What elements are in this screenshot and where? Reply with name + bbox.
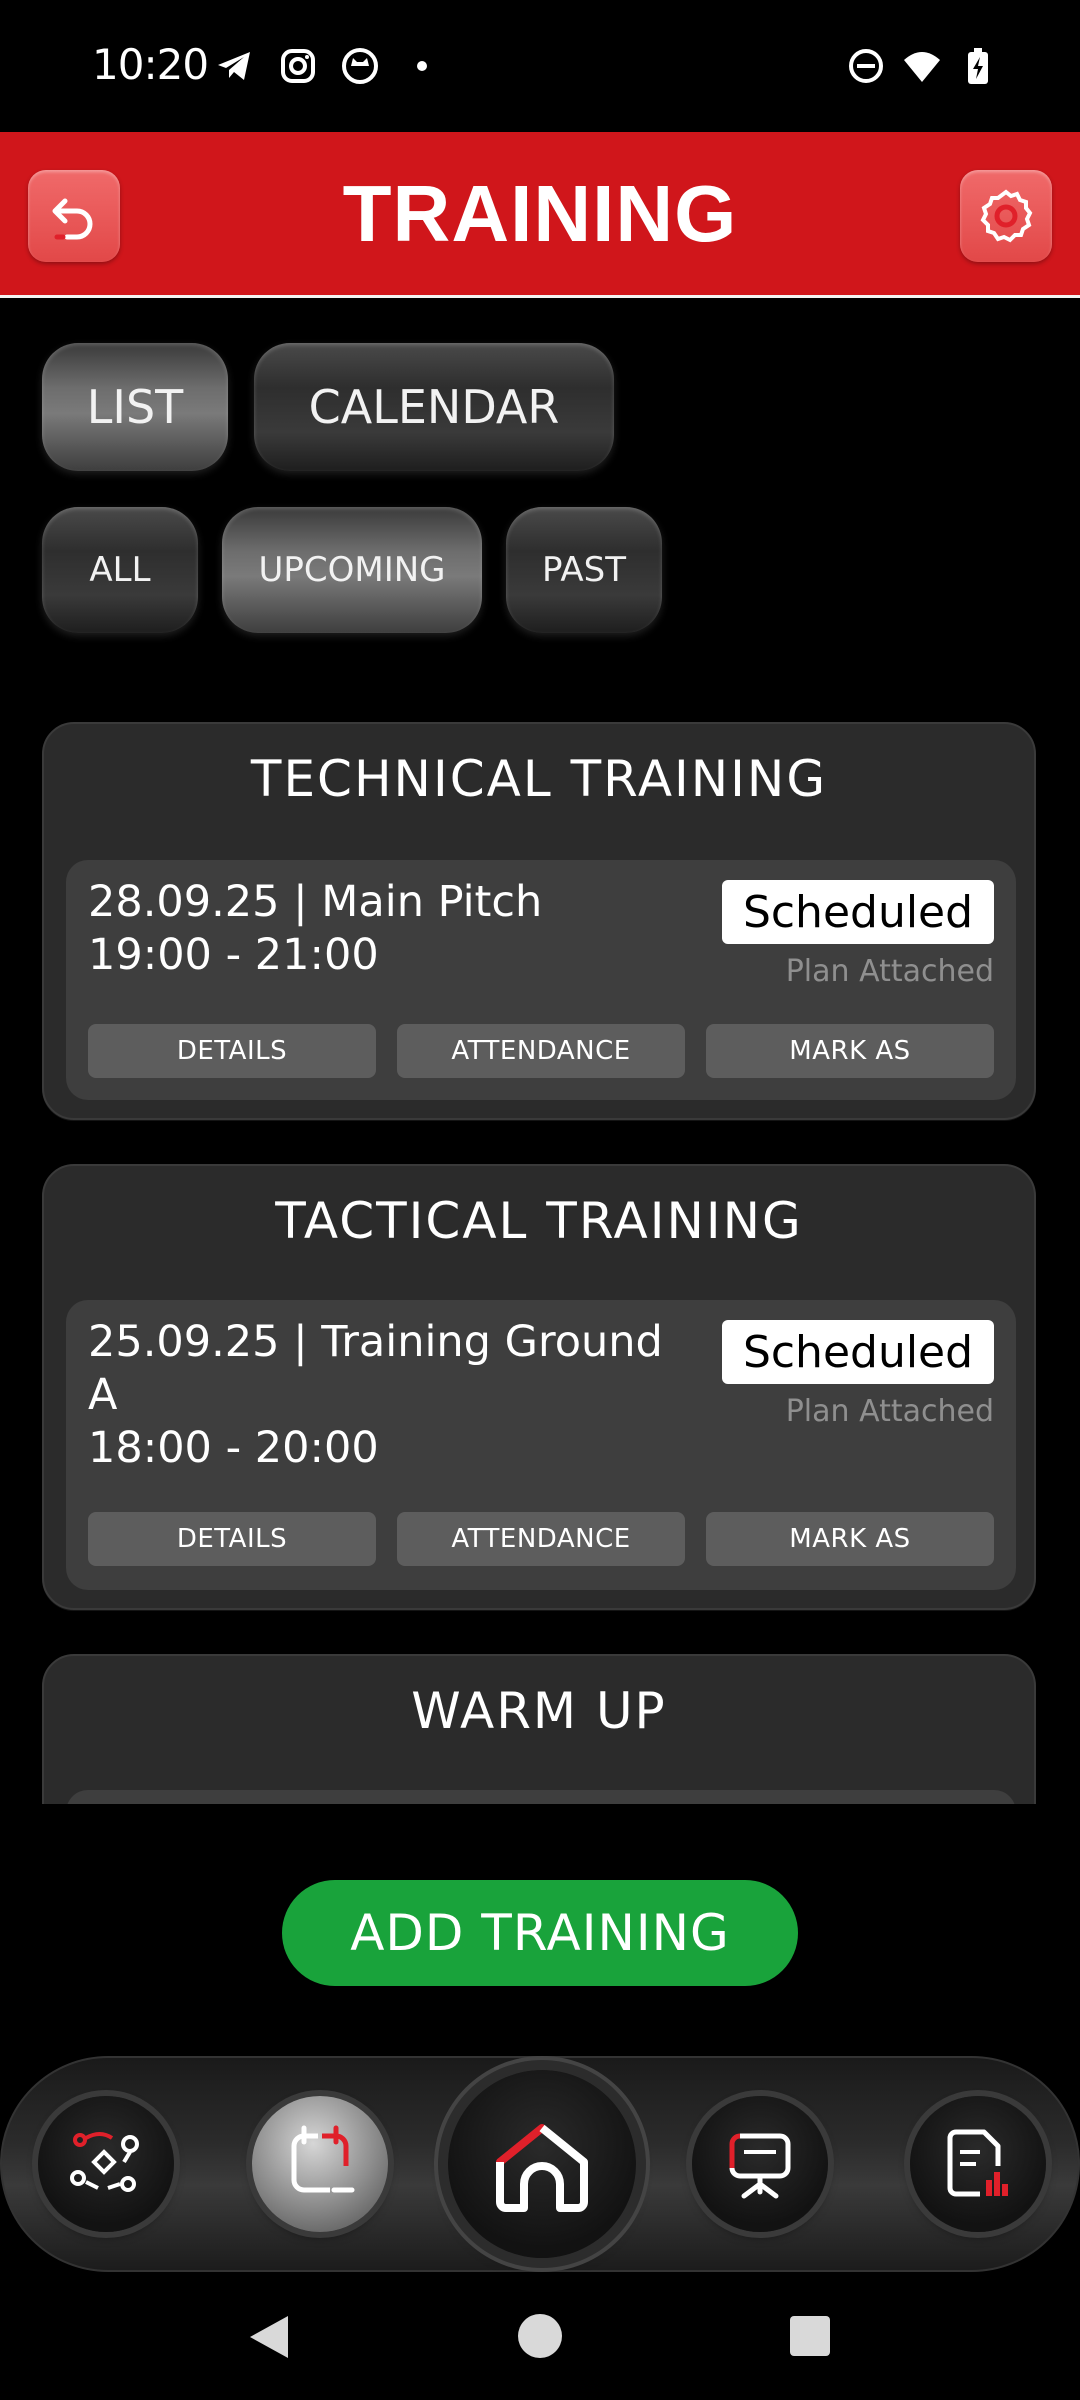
page-title: TRAINING	[342, 169, 738, 258]
details-button[interactable]: DETAILS	[88, 1512, 376, 1566]
bottom-nav	[0, 2056, 1080, 2272]
nav-tactics-button[interactable]	[38, 2096, 174, 2232]
attendance-button[interactable]: ATTENDANCE	[397, 1024, 685, 1078]
training-details-panel: 28.09.25 | Main Pitch 19:00 - 21:00 Sche…	[66, 860, 1016, 1100]
wifi-icon	[904, 52, 940, 82]
training-details-panel: 25.09.25 | Training Ground A 18:00 - 20:…	[66, 1300, 1016, 1590]
mark-as-button[interactable]: MARK AS	[706, 1024, 994, 1078]
plan-attached-label: Plan Attached	[785, 1394, 994, 1429]
attendance-button[interactable]: ATTENDANCE	[397, 1512, 685, 1566]
system-recents-icon[interactable]	[788, 2314, 832, 2358]
tactics-icon	[70, 2132, 139, 2192]
training-title: TACTICAL TRAINING	[275, 1192, 803, 1250]
battery-charging-icon	[968, 48, 988, 84]
training-title: WARM UP	[411, 1682, 667, 1740]
training-time: 18:00 - 20:00	[88, 1423, 379, 1473]
gear-icon	[980, 189, 1033, 243]
schedule-icon	[291, 2125, 355, 2193]
training-date-location-cont: A	[88, 1370, 118, 1420]
system-navigation-bar	[0, 2290, 1080, 2400]
do-not-disturb-icon	[849, 49, 883, 83]
training-card[interactable]: TACTICAL TRAINING 25.09.25 | Training Gr…	[42, 1164, 1036, 1610]
mark-as-button[interactable]: MARK AS	[706, 1512, 994, 1566]
training-time: 19:00 - 21:00	[88, 930, 379, 980]
training-info: 28.09.25 | Main Pitch 19:00 - 21:00	[88, 876, 688, 982]
filter-all-button[interactable]: ALL	[42, 507, 198, 633]
training-info: 25.09.25 | Training Ground A 18:00 - 20:…	[88, 1316, 688, 1475]
training-title: TECHNICAL TRAINING	[250, 750, 828, 808]
add-training-button[interactable]: ADD TRAINING	[282, 1880, 798, 1986]
nav-reports-button[interactable]	[910, 2096, 1046, 2232]
training-details-panel	[66, 1790, 1016, 1804]
status-time: 10:20	[92, 40, 209, 89]
notification-dot-icon	[417, 61, 427, 71]
training-list[interactable]: TECHNICAL TRAINING 28.09.25 | Main Pitch…	[0, 700, 1080, 1804]
cat-app-icon	[342, 48, 378, 84]
filter-upcoming-button[interactable]: UPCOMING	[222, 507, 482, 633]
plan-attached-label: Plan Attached	[785, 954, 994, 989]
list-view-button[interactable]: LIST	[42, 343, 228, 471]
report-icon	[947, 2129, 1008, 2197]
training-date-location: 25.09.25 | Training Ground	[88, 1317, 663, 1367]
details-button[interactable]: DETAILS	[88, 1024, 376, 1078]
settings-button[interactable]	[960, 170, 1052, 262]
training-card[interactable]: TECHNICAL TRAINING 28.09.25 | Main Pitch…	[42, 722, 1036, 1120]
filter-past-button[interactable]: PAST	[506, 507, 662, 633]
nav-schedule-button[interactable]	[252, 2096, 388, 2232]
calendar-view-button[interactable]: CALENDAR	[254, 343, 614, 471]
status-badge: Scheduled	[722, 880, 994, 944]
app-header: TRAINING	[0, 132, 1080, 298]
status-bar: 10:20	[0, 0, 1080, 132]
system-back-icon[interactable]	[244, 2312, 292, 2362]
presentation-icon	[729, 2133, 791, 2199]
status-badge: Scheduled	[722, 1320, 994, 1384]
telegram-icon	[218, 52, 250, 80]
system-home-icon[interactable]	[516, 2312, 564, 2360]
nav-home-button[interactable]	[448, 2070, 636, 2258]
nav-presentation-button[interactable]	[692, 2096, 828, 2232]
training-date-location: 28.09.25 | Main Pitch	[88, 877, 543, 927]
training-card[interactable]: WARM UP	[42, 1654, 1036, 1804]
instagram-icon	[281, 49, 315, 83]
home-icon	[496, 2124, 588, 2212]
